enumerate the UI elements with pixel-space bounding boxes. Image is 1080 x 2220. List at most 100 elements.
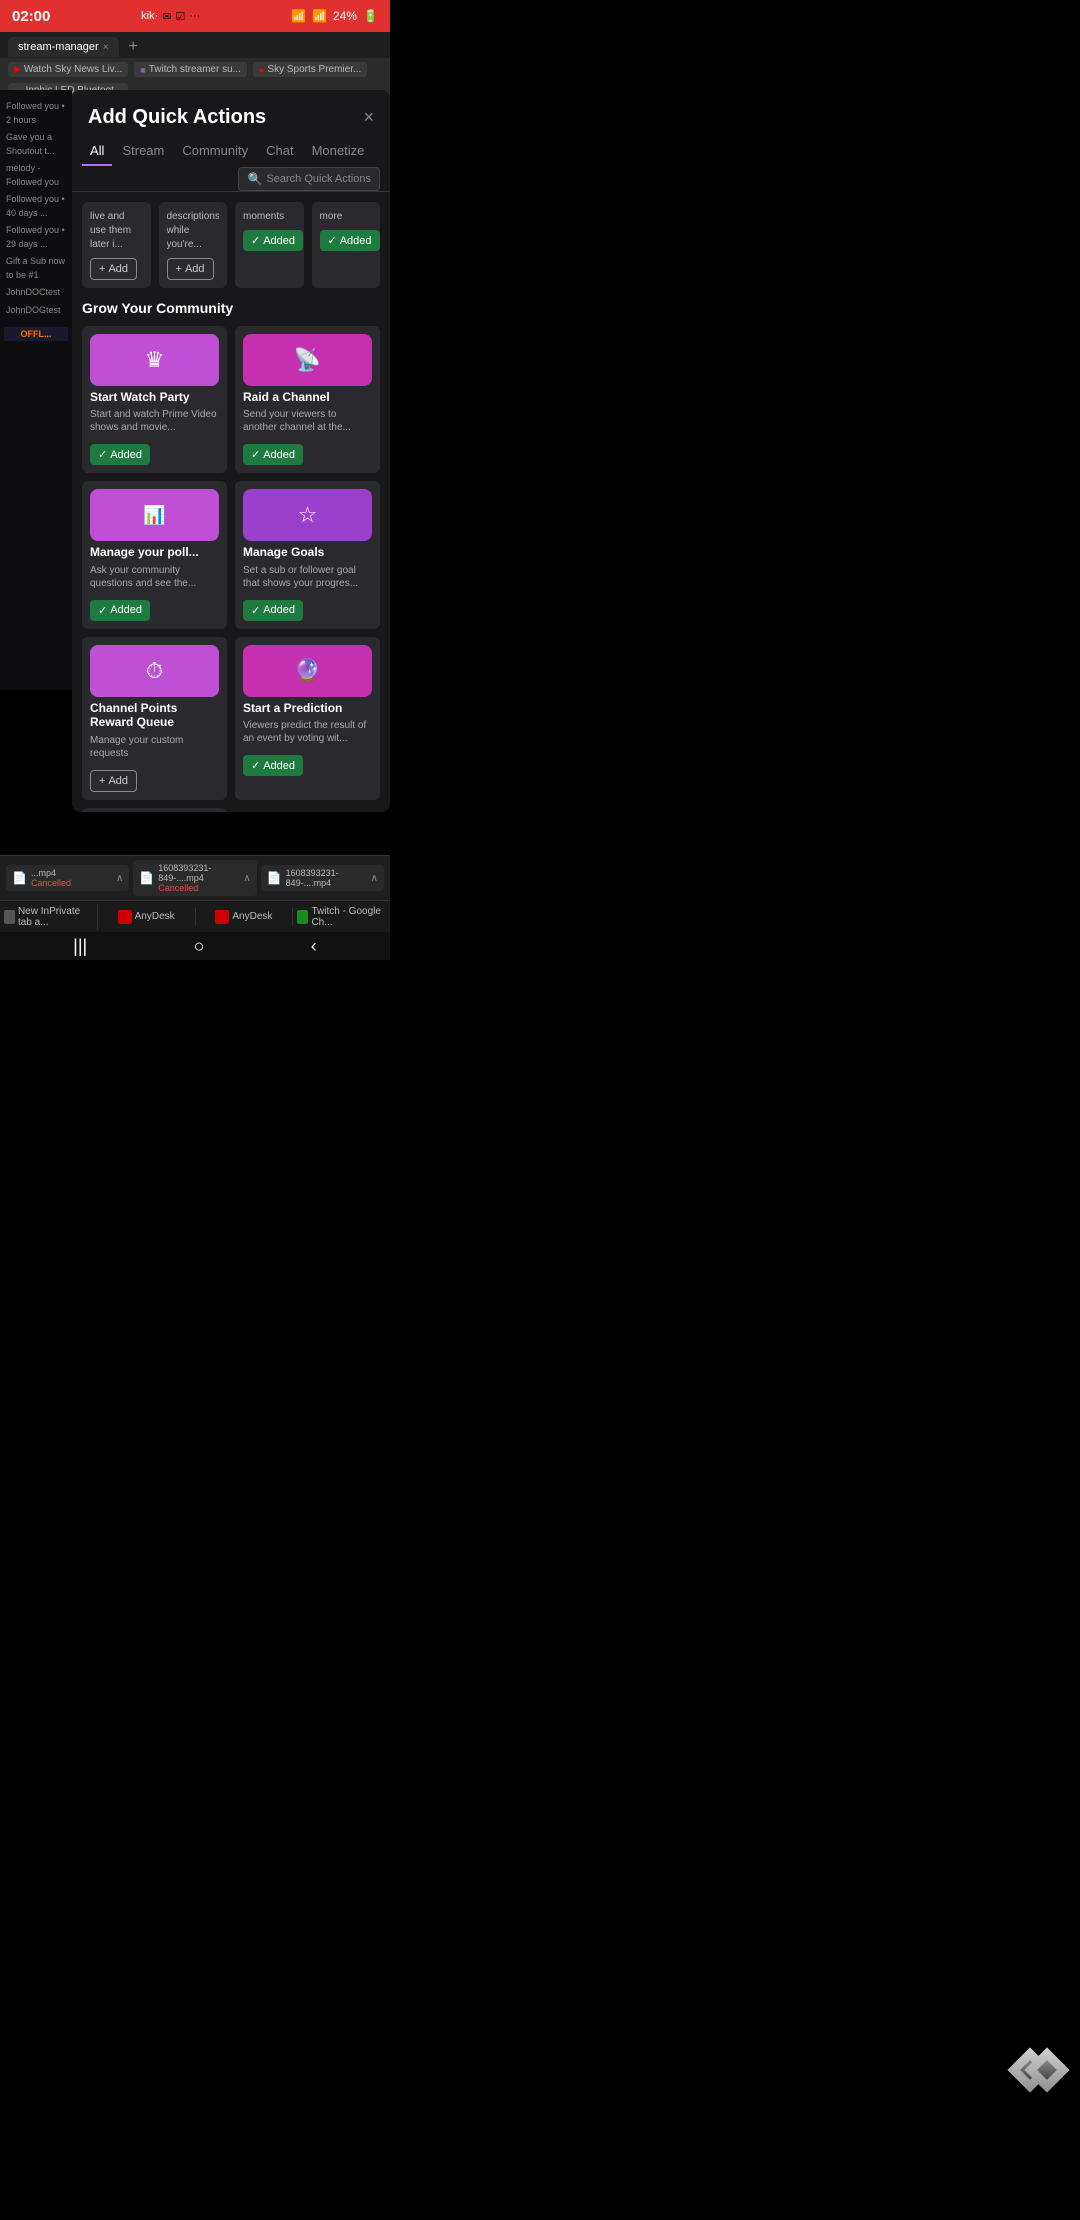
taskbar-item-4[interactable]: Twitch - Google Ch... — [293, 904, 390, 930]
prediction-icon: 🔮 — [243, 645, 372, 697]
watch-party-added-button[interactable]: ✓ Added — [90, 444, 150, 465]
tab-monetize[interactable]: Monetize — [304, 137, 373, 166]
check-icon-3: ✓ — [251, 234, 260, 247]
sidebar-user-1: JohnDOCtest — [4, 284, 68, 302]
top-card-1: live and use them later i... + Add — [82, 202, 151, 288]
check-icon-mp: ✓ — [98, 604, 107, 617]
raid-channel-card: 📡 Raid a Channel Send your viewers to an… — [235, 326, 380, 473]
manage-goals-footer: ✓ Added — [235, 596, 380, 629]
check-icon-wp: ✓ — [98, 448, 107, 461]
download-icon-3: 📄 — [267, 871, 282, 885]
prediction-added-button[interactable]: ✓ Added — [243, 755, 303, 776]
add-quick-actions-modal: Add Quick Actions × All Stream Community… — [72, 90, 390, 812]
status-app-icons: kik· ✉ ☑ ··· — [141, 10, 200, 23]
taskbar-dot-3 — [215, 910, 229, 924]
download-bar: 📄 ...mp4 Cancelled ∧ 📄 1608393231-849-..… — [0, 855, 390, 900]
download-item-3: 📄 1608393231-849-....mp4 ∧ — [261, 865, 384, 891]
bookmark-2[interactable]: ■ Twitch streamer su... — [134, 62, 247, 77]
battery-icon: 🔋 — [363, 9, 378, 23]
top-card-2-add-button[interactable]: + Add — [167, 258, 214, 280]
taskbar-item-1[interactable]: New InPrivate tab a... — [0, 904, 98, 930]
top-card-4-btn-label: Added — [340, 235, 372, 247]
top-card-4: more ✓ Added — [312, 202, 381, 288]
raid-channel-added-button[interactable]: ✓ Added — [243, 444, 303, 465]
bookmark-3[interactable]: ● Sky Sports Premier... — [253, 62, 367, 77]
diamond-floating-button[interactable] — [1000, 2040, 1060, 2100]
active-tab[interactable]: stream-manager × — [8, 37, 119, 57]
browser-tabs: stream-manager × + — [0, 32, 390, 58]
channel-points-icon: ⏱ — [90, 645, 219, 697]
new-tab-button[interactable]: + — [123, 36, 144, 58]
manage-poll-footer: ✓ Added — [82, 596, 227, 629]
prediction-footer: ✓ Added — [235, 751, 380, 784]
download-filename-3: 1608393231-849-....mp4 — [286, 868, 367, 888]
sidebar-followed-4: Followed you • 29 days ... — [4, 222, 68, 253]
top-card-3-text: moments — [243, 210, 296, 224]
channel-points-add-button[interactable]: + Add — [90, 770, 137, 792]
plus-icon: + — [99, 263, 105, 275]
stop-raids-card: 🛡 Stop Raids for 1 hour Prevent incoming… — [82, 808, 227, 812]
nav-home-button[interactable]: ○ — [194, 936, 205, 957]
tab-close-button[interactable]: × — [103, 42, 109, 53]
bookmark-icon-3: ● — [259, 65, 264, 75]
channel-points-desc: Manage your custom requests — [82, 734, 227, 766]
check-icon-pred: ✓ — [251, 759, 260, 772]
grow-community-title: Grow Your Community — [82, 300, 380, 316]
sidebar-gift-sub: Gift a Sub now to be #1 — [4, 253, 68, 284]
manage-goals-card: ☆ Manage Goals Set a sub or follower goa… — [235, 481, 380, 628]
watch-party-footer: ✓ Added — [82, 440, 227, 473]
check-icon-mg: ✓ — [251, 604, 260, 617]
nav-menu-button[interactable]: ||| — [73, 936, 87, 957]
download-filename-2: 1608393231-849-....mp4 — [158, 863, 239, 883]
download-expand-3[interactable]: ∧ — [371, 873, 378, 884]
top-card-3-added-button[interactable]: ✓ Added — [243, 230, 303, 251]
taskbar-item-3[interactable]: AnyDesk — [196, 908, 294, 926]
modal-close-button[interactable]: × — [363, 107, 374, 128]
sidebar-user-2: JohnDOGtest — [4, 302, 68, 320]
download-expand-1[interactable]: ∧ — [116, 873, 123, 884]
taskbar-dot-4 — [297, 910, 308, 924]
download-status-1: Cancelled — [31, 878, 71, 888]
search-quick-actions[interactable]: 🔍 Search Quick Actions — [238, 167, 380, 191]
tab-chat[interactable]: Chat — [258, 137, 301, 166]
bookmark-icon-1: ▶ — [14, 64, 21, 75]
check-icon-rc: ✓ — [251, 448, 260, 461]
manage-poll-added-button[interactable]: ✓ Added — [90, 600, 150, 621]
sidebar-followed-1: Followed you • 2 hours — [4, 98, 68, 129]
kik-icon: kik· — [141, 10, 158, 22]
taskbar-item-2[interactable]: AnyDesk — [98, 908, 196, 926]
sidebar-shoutout: Gave you a Shoutout t... — [4, 129, 68, 160]
manage-poll-title: Manage your poll... — [82, 545, 227, 563]
download-details-2: 1608393231-849-....mp4 Cancelled — [158, 863, 239, 893]
modal-title: Add Quick Actions — [88, 106, 266, 129]
grow-community-section: Grow Your Community ♛ Start Watch Party … — [82, 300, 380, 812]
download-details-3: 1608393231-849-....mp4 — [286, 868, 367, 888]
download-filename-1: ...mp4 — [31, 868, 71, 878]
prediction-card: 🔮 Start a Prediction Viewers predict the… — [235, 637, 380, 800]
download-expand-2[interactable]: ∧ — [243, 873, 250, 884]
watch-party-desc: Start and watch Prime Video shows and mo… — [82, 408, 227, 440]
top-cards-row: live and use them later i... + Add descr… — [82, 202, 380, 288]
download-status-2: Cancelled — [158, 883, 239, 893]
taskbar-label-3: AnyDesk — [232, 911, 272, 922]
plus-icon-2: + — [176, 263, 182, 275]
taskbar-label-4: Twitch - Google Ch... — [311, 906, 386, 928]
tab-label: stream-manager — [18, 41, 99, 53]
taskbar-dot-2 — [118, 910, 132, 924]
bookmark-1[interactable]: ▶ Watch Sky News Liv... — [8, 62, 128, 77]
download-item-1: 📄 ...mp4 Cancelled ∧ — [6, 865, 129, 891]
top-card-1-add-button[interactable]: + Add — [90, 258, 137, 280]
tab-community[interactable]: Community — [174, 137, 256, 166]
top-card-2-btn-label: Add — [185, 263, 205, 275]
checkbox-icon: ☑ — [175, 10, 185, 23]
nav-back-button[interactable]: ‹ — [311, 936, 317, 957]
manage-goals-added-button[interactable]: ✓ Added — [243, 600, 303, 621]
top-card-4-added-button[interactable]: ✓ Added — [320, 230, 380, 251]
watch-party-title: Start Watch Party — [82, 390, 227, 408]
top-card-2: descriptions while you're... + Add — [159, 202, 228, 288]
tab-all[interactable]: All — [82, 137, 112, 166]
wifi-icon: 📶 — [291, 9, 306, 23]
tab-stream[interactable]: Stream — [114, 137, 172, 166]
top-card-2-text: descriptions while you're... — [167, 210, 220, 252]
taskbar-label-2: AnyDesk — [135, 911, 175, 922]
